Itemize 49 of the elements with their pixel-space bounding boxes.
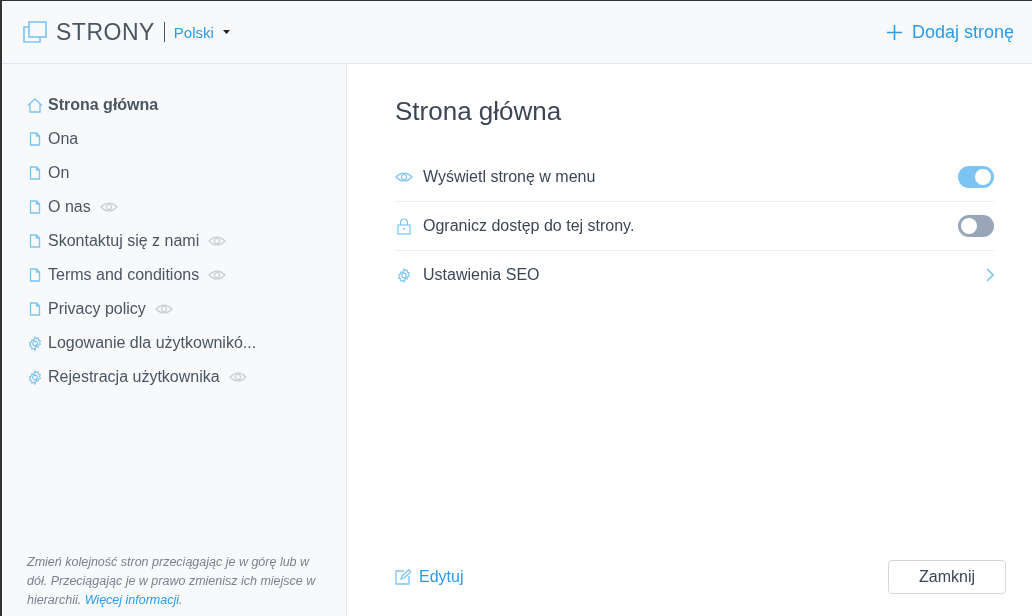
lock-icon [395,217,413,235]
settings-icon [27,335,43,351]
hint-text: Zmień kolejność stron przeciągając je w górę lub w dół. Przeciągając je w prawo zmienisz ich miejsce w hierarchii. Więcej informacji. [27,554,317,609]
home-icon [27,97,43,113]
setting-label: Wyświetl stronę w menu [423,168,597,186]
hidden-eye-icon [228,371,247,383]
toggle-switch[interactable] [958,215,994,237]
setting-label: Ogranicz dostęp do tej strony. [423,217,636,235]
page-name: Skontaktuj się z nami [48,232,200,250]
chevron-right-icon[interactable] [986,268,994,282]
page-list-item[interactable]: Strona główna [27,88,346,122]
page-list-item[interactable]: Terms and conditions [27,258,346,292]
hidden-eye-icon [99,201,118,213]
hidden-eye-icon [208,235,227,247]
page-list-item[interactable]: Rejestracja użytkownika [27,360,346,394]
close-button[interactable]: Zamknij [888,560,1006,594]
page-name: Strona główna [48,96,159,114]
page-list-item[interactable]: Logowanie dla użytkownikó... [27,326,346,360]
page-name: Ona [48,130,79,148]
page-list-item[interactable]: Privacy policy [27,292,346,326]
page-title: Strona główna [395,96,563,127]
page-icon [27,166,43,180]
page-list-item[interactable]: Ona [27,122,346,156]
page-name: O nas [48,198,91,216]
page-icon [27,268,43,282]
page-list-item[interactable]: Skontaktuj się z nami [27,224,346,258]
page-name: Logowanie dla użytkownikó... [48,334,257,352]
page-name: Privacy policy [48,300,146,318]
edit-icon [395,569,411,585]
page-list-item[interactable]: O nas [27,190,346,224]
page-list-item[interactable]: On [27,156,346,190]
page-icon [27,234,43,248]
page-icon [27,132,43,146]
page-name: Terms and conditions [48,266,200,284]
plus-icon [886,24,902,40]
hidden-eye-icon [154,303,173,315]
caret-icon [222,30,230,34]
header-title: STRONY [56,18,155,46]
page-name: Rejestracja użytkownika [48,368,220,386]
page-name: On [48,164,70,182]
toggle-switch[interactable] [958,166,994,188]
settings-icon [27,369,43,385]
setting-label: Ustawienia SEO [423,266,541,284]
pages-icon [23,21,47,43]
eye-icon [395,171,413,183]
page-icon [27,200,43,214]
settings-icon [396,267,412,283]
hidden-eye-icon [208,269,227,281]
page-icon [27,302,43,316]
